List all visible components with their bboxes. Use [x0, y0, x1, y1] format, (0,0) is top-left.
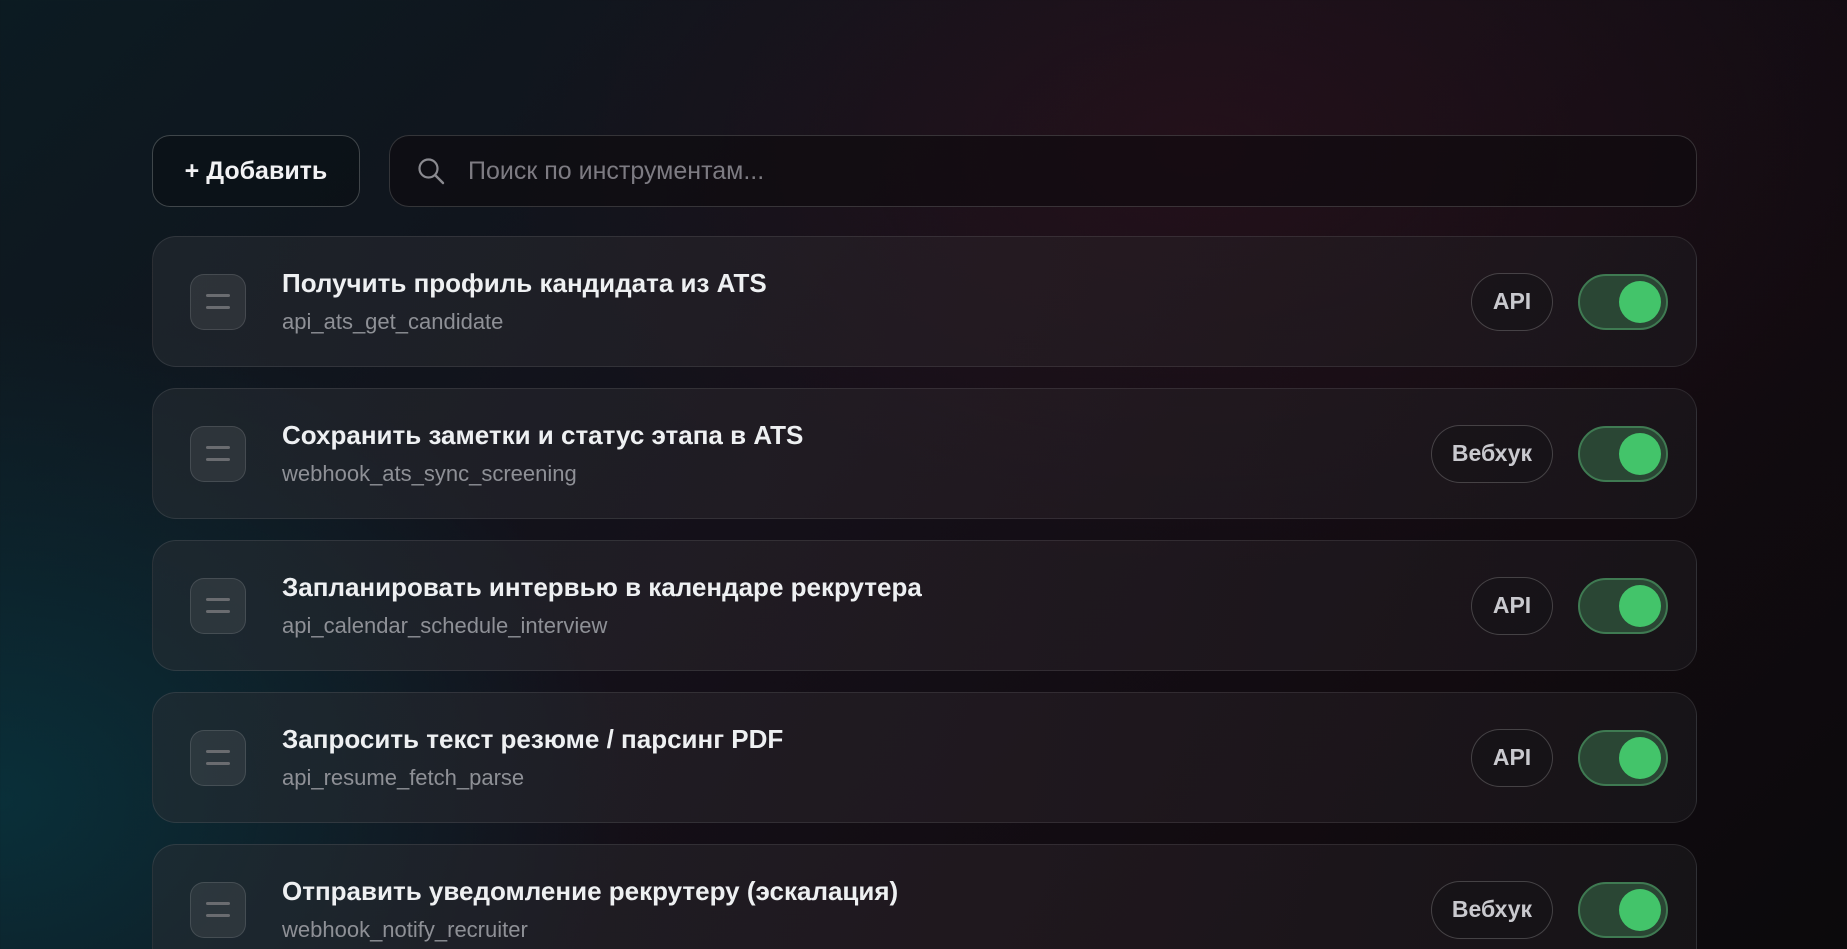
tool-title: Отправить уведомление рекрутеру (эскалац… — [282, 876, 899, 906]
tool-item: Сохранить заметки и статус этапа в ATS w… — [152, 388, 1697, 519]
tool-id: api_resume_fetch_parse — [282, 765, 525, 790]
tool-type-badge: Вебхук — [1430, 424, 1553, 483]
drag-handle-icon[interactable] — [190, 577, 246, 634]
toggle-knob — [1619, 280, 1661, 323]
toggle-knob — [1619, 432, 1661, 475]
add-button[interactable]: + Добавить — [152, 135, 360, 207]
drag-handle-icon[interactable] — [190, 729, 246, 786]
tool-title: Сохранить заметки и статус этапа в ATS — [282, 420, 804, 450]
toolbar: + Добавить — [152, 135, 1697, 207]
tool-list: Получить профиль кандидата из ATS api_at… — [152, 236, 1697, 949]
enable-toggle[interactable] — [1578, 577, 1668, 634]
search-icon — [418, 158, 445, 185]
toggle-knob — [1619, 584, 1661, 627]
drag-handle-icon[interactable] — [190, 881, 246, 938]
tool-type-badge: API — [1471, 728, 1553, 787]
tools-panel: + Добавить Получить профиль кандидата из… — [152, 135, 1697, 949]
tool-id: webhook_ats_sync_screening — [282, 461, 577, 486]
tool-item: Запланировать интервью в календаре рекру… — [152, 540, 1697, 671]
tool-title: Запланировать интервью в календаре рекру… — [282, 572, 922, 602]
enable-toggle[interactable] — [1578, 273, 1668, 330]
tool-id: webhook_notify_recruiter — [282, 917, 528, 942]
tool-title: Запросить текст резюме / парсинг PDF — [282, 724, 784, 754]
tool-type-badge: API — [1471, 576, 1553, 635]
tool-type-badge: API — [1471, 272, 1553, 331]
tool-type-badge: Вебхук — [1430, 880, 1553, 939]
drag-handle-icon[interactable] — [190, 425, 246, 482]
search-input[interactable] — [468, 156, 1696, 186]
tool-item: Отправить уведомление рекрутеру (эскалац… — [152, 844, 1697, 949]
toggle-knob — [1619, 736, 1661, 779]
tool-item: Получить профиль кандидата из ATS api_at… — [152, 236, 1697, 367]
toggle-knob — [1619, 888, 1661, 931]
enable-toggle[interactable] — [1578, 881, 1668, 938]
tool-id: api_ats_get_candidate — [282, 309, 504, 334]
drag-handle-icon[interactable] — [190, 273, 246, 330]
tool-id: api_calendar_schedule_interview — [282, 613, 608, 638]
tool-title: Получить профиль кандидата из ATS — [282, 268, 767, 298]
tool-item: Запросить текст резюме / парсинг PDF api… — [152, 692, 1697, 823]
search-bar[interactable] — [389, 135, 1697, 207]
enable-toggle[interactable] — [1578, 729, 1668, 786]
enable-toggle[interactable] — [1578, 425, 1668, 482]
